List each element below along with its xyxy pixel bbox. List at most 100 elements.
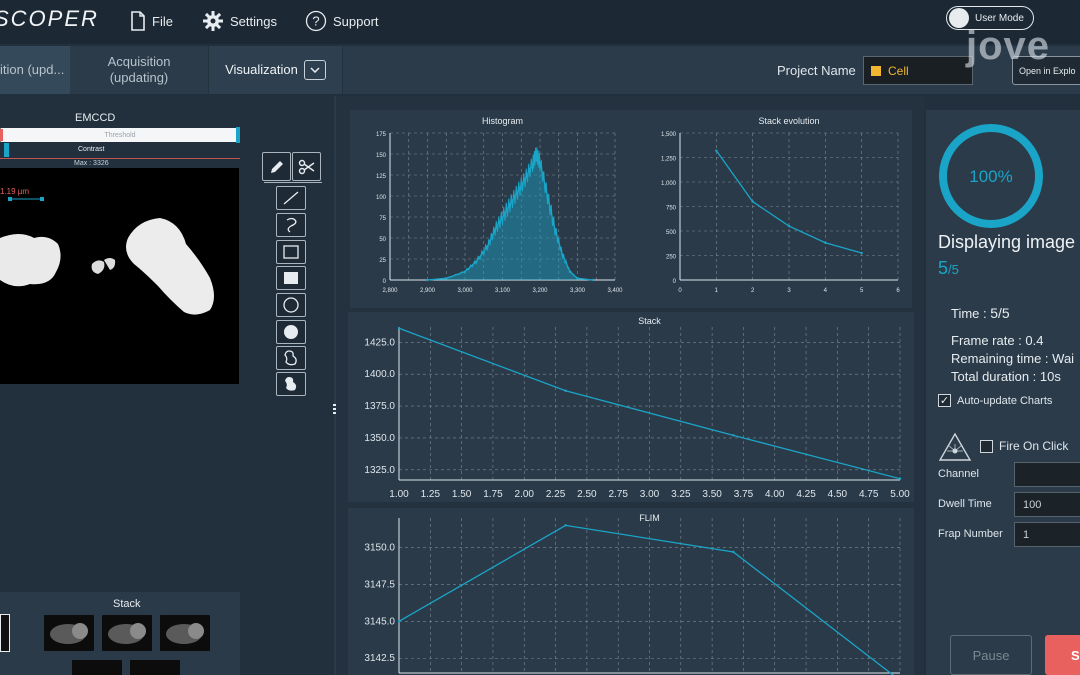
stack-thumbnail[interactable] (102, 615, 152, 651)
x-tick-label: 4.00 (765, 489, 785, 500)
x-tick-label: 2.50 (577, 489, 597, 500)
scissors-tool[interactable] (292, 152, 321, 181)
stack-thumbnail[interactable] (160, 615, 210, 651)
scissors-icon (298, 159, 314, 174)
camera-image[interactable]: 1.19 µm (0, 168, 239, 384)
data-point (546, 194, 549, 198)
data-point (508, 203, 512, 206)
stack-thumbnail[interactable] (72, 660, 122, 675)
menu-settings-label: Settings (230, 13, 277, 29)
app-window: SCOPER File Settings ? Support User Mode… (0, 0, 1080, 675)
data-point (568, 270, 572, 273)
x-tick-label: 5 (860, 288, 864, 294)
line-tool[interactable] (276, 186, 306, 210)
dwell-time-input[interactable]: 100 (1014, 492, 1080, 517)
x-tick-label: 3 (787, 288, 791, 294)
y-tick-label: 25 (379, 258, 386, 264)
tab-configuration[interactable]: ition (upd... (0, 46, 70, 94)
camera-name: EMCCD (75, 112, 116, 124)
pencil-tool[interactable] (262, 152, 291, 181)
x-tick-label: 0 (678, 288, 682, 294)
menu-file[interactable]: File (130, 8, 173, 34)
file-icon (131, 11, 145, 31)
y-tick-label: 1,250 (661, 157, 677, 163)
y-tick-label: 3147.5 (364, 579, 395, 590)
stack-thumbnail-selected[interactable] (0, 614, 10, 652)
gear-icon (203, 11, 223, 31)
stack-chart: Stack 1.00 1.25 1.50 1.75 2.00 2.25 2.50 2.75 3.0… (364, 316, 910, 500)
x-tick-label: 6 (896, 288, 900, 294)
freehand-tool[interactable] (276, 213, 306, 237)
pause-button[interactable]: Pause (950, 635, 1032, 675)
x-tick-label: 4.25 (796, 489, 816, 500)
threshold-handle[interactable] (236, 127, 240, 143)
fire-on-click-checkbox[interactable]: Fire On Click (980, 439, 1068, 453)
max-value-label: Max : 3326 (74, 160, 109, 167)
contrast-handle[interactable] (4, 143, 9, 157)
contrast-slider-track[interactable] (0, 158, 240, 159)
tab-acquisition-status: (updating) (109, 70, 169, 85)
x-tick-label: 3.75 (734, 489, 754, 500)
data-point (538, 161, 542, 164)
x-tick-label: 2 (751, 288, 755, 294)
data-point (732, 550, 735, 554)
y-tick-label: 1400.0 (364, 369, 395, 380)
x-tick-label: 4 (824, 288, 828, 294)
chevron-down-icon[interactable] (303, 60, 326, 80)
y-tick-label: 750 (666, 206, 677, 212)
dwell-time-label: Dwell Time (938, 498, 992, 510)
freehand-icon (286, 217, 297, 233)
project-name-field[interactable]: Cell (863, 56, 973, 85)
tab-acquisition-label: Acquisition (107, 54, 171, 69)
y-tick-label: 1,500 (661, 132, 677, 138)
chart-title: Stack evolution (758, 116, 819, 126)
frap-number-input[interactable]: 1 (1014, 522, 1080, 547)
circle-fill-tool[interactable] (276, 320, 306, 344)
rectangle-fill-tool[interactable] (276, 266, 306, 290)
menu-support[interactable]: ? Support (305, 8, 379, 34)
threshold-slider[interactable]: Threshold (0, 127, 240, 143)
time-display: Time : 5/5 (951, 305, 1010, 321)
frame-rate: Frame rate : 0.4 (951, 333, 1044, 348)
rectangle-outline-tool[interactable] (276, 240, 306, 264)
threshold-label: Threshold (104, 131, 136, 139)
x-tick-label: 3.50 (702, 489, 722, 500)
start-button[interactable]: S (1045, 635, 1080, 675)
circle-outline-tool[interactable] (276, 293, 306, 317)
auto-update-label: Auto-update Charts (957, 394, 1053, 407)
data-point (732, 434, 735, 437)
tab-acquisition[interactable]: Acquisition (updating) (72, 46, 206, 94)
y-tick-label: 3142.5 (364, 653, 395, 664)
x-tick-label: 2,800 (382, 288, 398, 294)
rectangle-fill-icon (284, 272, 298, 284)
data-point (787, 224, 791, 228)
data-point (535, 152, 538, 156)
project-name-label: Project Name (777, 63, 856, 78)
channel-input[interactable] (1014, 462, 1080, 487)
y-tick-label: 1,000 (661, 181, 677, 187)
tab-visualization-label: Visualization (225, 62, 298, 77)
stack-thumbnail[interactable] (44, 615, 94, 651)
checkbox-checked-icon: ✓ (938, 394, 951, 407)
menu-settings[interactable]: Settings (202, 8, 277, 34)
data-point (516, 190, 519, 193)
x-tick-label: 2.75 (608, 489, 628, 500)
chart-title: Histogram (482, 116, 523, 126)
stack-thumbnail[interactable] (130, 660, 180, 675)
data-point (824, 241, 827, 244)
y-tick-label: 100 (376, 195, 387, 201)
x-tick-label: 3.00 (640, 489, 660, 500)
cell-blob-left (0, 234, 61, 287)
polygon-fill-tool[interactable] (276, 372, 306, 396)
chart-title: Stack (638, 316, 661, 326)
auto-update-checkbox[interactable]: ✓ Auto-update Charts (938, 394, 1052, 407)
data-point (564, 389, 567, 392)
x-tick-label: 4.50 (828, 489, 848, 500)
polygon-outline-tool[interactable] (276, 346, 306, 370)
x-tick-label: 2,900 (420, 288, 436, 294)
total-duration: Total duration : 10s (951, 369, 1061, 384)
contrast-label: Contrast (78, 146, 105, 153)
tab-visualization[interactable]: Visualization (208, 46, 343, 94)
displaying-label: Displaying image (938, 232, 1076, 252)
help-icon: ? (305, 10, 327, 32)
